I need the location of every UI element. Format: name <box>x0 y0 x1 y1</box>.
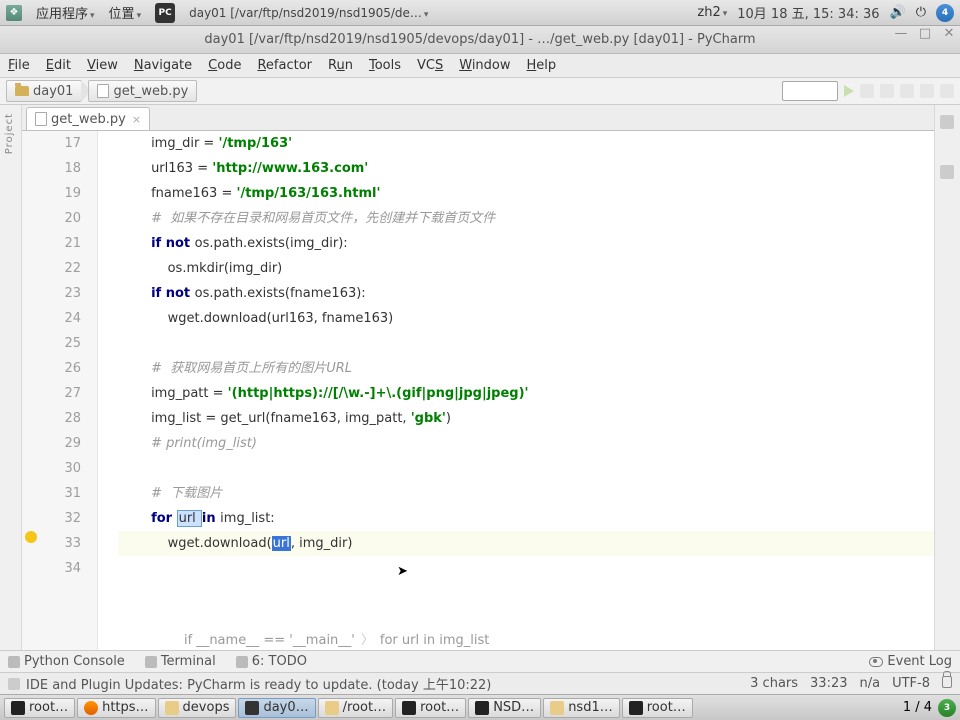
menu-refactor[interactable]: Refactor <box>257 58 312 73</box>
gutter-line-numbers: 17181920 21222324 25262728 29303132 3334 <box>22 131 98 650</box>
taskbar-item[interactable]: devops <box>158 698 237 718</box>
eye-icon <box>869 657 883 667</box>
menu-file[interactable]: File <box>8 58 30 73</box>
window-title: day01 [/var/ftp/nsd2019/nsd1905/devops/d… <box>204 32 755 47</box>
apps-menu-icon: ❖ <box>6 5 22 21</box>
readonly-lock-icon[interactable] <box>942 676 952 688</box>
profile-button-icon[interactable] <box>900 84 914 98</box>
coverage-button-icon[interactable] <box>880 84 894 98</box>
volume-icon[interactable]: 🔊 <box>890 5 906 20</box>
sciview-tool-icon[interactable] <box>940 165 954 179</box>
editor-tabs: get_web.py × <box>22 105 934 131</box>
taskbar-item[interactable]: root… <box>395 698 466 718</box>
menu-run[interactable]: Run <box>328 58 353 73</box>
terminal-icon <box>402 701 416 715</box>
bottom-tool-tabs: Python Console Terminal 6: TODO Event Lo… <box>0 650 960 672</box>
code-editor[interactable]: 17181920 21222324 25262728 29303132 3334… <box>22 131 934 650</box>
files-icon <box>550 701 564 715</box>
text-selection: url <box>272 536 291 551</box>
run-button-icon[interactable] <box>844 85 854 97</box>
intention-bulb-icon[interactable] <box>25 531 37 543</box>
menu-navigate[interactable]: Navigate <box>134 58 192 73</box>
tab-close-icon[interactable]: × <box>132 113 141 126</box>
terminal-icon <box>475 701 489 715</box>
breadcrumb-folder-label: day01 <box>33 84 73 99</box>
terminal-tab[interactable]: Terminal <box>145 654 216 669</box>
breadcrumb-folder[interactable]: day01 <box>6 80 82 102</box>
menu-window[interactable]: Window <box>459 58 510 73</box>
project-tool-label[interactable]: Project <box>4 113 15 154</box>
pycharm-icon[interactable] <box>155 3 175 23</box>
menu-tools[interactable]: Tools <box>369 58 401 73</box>
tool-windows-icon[interactable] <box>8 678 20 690</box>
terminal-icon <box>145 656 157 668</box>
minimize-button[interactable]: — <box>896 28 906 38</box>
applications-menu[interactable]: 应用程序 <box>36 3 95 22</box>
breadcrumb-scope-2[interactable]: for url in img_list <box>380 628 489 651</box>
maximize-button[interactable]: □ <box>920 28 930 38</box>
status-selection: 3 chars <box>750 676 798 691</box>
notification-badge[interactable]: 4 <box>936 4 954 22</box>
window-titlebar: day01 [/var/ftp/nsd2019/nsd1905/devops/d… <box>0 26 960 54</box>
left-tool-stripe[interactable]: Project <box>0 105 22 650</box>
folder-icon <box>15 86 29 96</box>
stop-button-icon[interactable] <box>920 84 934 98</box>
code-breadcrumb[interactable]: if __name__ == '__main__' 〉 for url in i… <box>98 630 934 650</box>
breadcrumb-file[interactable]: get_web.py <box>88 80 197 102</box>
python-file-icon <box>97 84 109 98</box>
tray-badge[interactable]: 3 <box>938 699 956 717</box>
status-encoding[interactable]: UTF-8 <box>892 676 930 691</box>
debug-button-icon[interactable] <box>860 84 874 98</box>
tab-label: get_web.py <box>51 112 126 127</box>
navigation-bar: day01 get_web.py <box>0 78 960 105</box>
files-icon <box>165 701 179 715</box>
status-bar: IDE and Plugin Updates: PyCharm is ready… <box>0 672 960 694</box>
pycharm-icon <box>245 701 259 715</box>
close-button[interactable]: ✕ <box>944 28 954 38</box>
menu-bar: File Edit View Navigate Code Refactor Ru… <box>0 54 960 78</box>
menu-view[interactable]: View <box>87 58 118 73</box>
taskbar-item[interactable]: root… <box>4 698 75 718</box>
status-caret-pos[interactable]: 33:23 <box>810 676 847 691</box>
menu-edit[interactable]: Edit <box>46 58 71 73</box>
breadcrumb-file-label: get_web.py <box>113 84 188 99</box>
status-message: IDE and Plugin Updates: PyCharm is ready… <box>26 674 491 693</box>
code-content[interactable]: img_dir = '/tmp/163' url163 = 'http://ww… <box>98 131 934 650</box>
taskbar-item[interactable]: nsd1… <box>543 698 620 718</box>
python-console-tab[interactable]: Python Console <box>8 654 125 669</box>
editor-area: Project get_web.py × 17181920 21222324 2… <box>0 105 960 650</box>
desktop-taskbar: root… https… devops day0… /root… root… N… <box>0 694 960 720</box>
power-icon[interactable]: ⏻ <box>916 5 926 20</box>
search-everywhere-icon[interactable] <box>940 84 954 98</box>
right-tool-stripe[interactable] <box>934 105 960 650</box>
event-log-tab[interactable]: Event Log <box>869 654 952 669</box>
firefox-icon <box>84 701 98 715</box>
taskbar-item[interactable]: https… <box>77 698 155 718</box>
menu-code[interactable]: Code <box>208 58 241 73</box>
editor-tab-getweb[interactable]: get_web.py × <box>26 107 150 130</box>
input-method[interactable]: zh2 <box>697 5 727 20</box>
desktop-panel: ❖ 应用程序 位置 day01 [/var/ftp/nsd2019/nsd190… <box>0 0 960 26</box>
run-config-combo[interactable] <box>782 81 838 101</box>
todo-tab[interactable]: 6: TODO <box>236 654 307 669</box>
breadcrumb-scope-1[interactable]: if __name__ == '__main__' <box>184 628 355 651</box>
database-tool-icon[interactable] <box>940 115 954 129</box>
status-line-separator[interactable]: n/a <box>860 676 881 691</box>
python-file-icon <box>35 112 47 126</box>
files-icon <box>325 701 339 715</box>
taskbar-item[interactable]: NSD… <box>468 698 541 718</box>
taskbar-item-active[interactable]: day0… <box>238 698 315 718</box>
taskbar-item[interactable]: root… <box>622 698 693 718</box>
menu-vcs[interactable]: VCS <box>417 58 443 73</box>
workspace-indicator[interactable]: 1 / 4 <box>903 700 932 715</box>
todo-icon <box>236 656 248 668</box>
menu-help[interactable]: Help <box>527 58 557 73</box>
taskbar-item[interactable]: /root… <box>318 698 393 718</box>
python-icon <box>8 656 20 668</box>
clock: 10月 18 五, 15: 34: 36 <box>737 3 879 22</box>
terminal-icon <box>629 701 643 715</box>
active-window-title[interactable]: day01 [/var/ftp/nsd2019/nsd1905/de… <box>189 6 428 20</box>
terminal-icon <box>11 701 25 715</box>
places-menu[interactable]: 位置 <box>109 3 142 22</box>
